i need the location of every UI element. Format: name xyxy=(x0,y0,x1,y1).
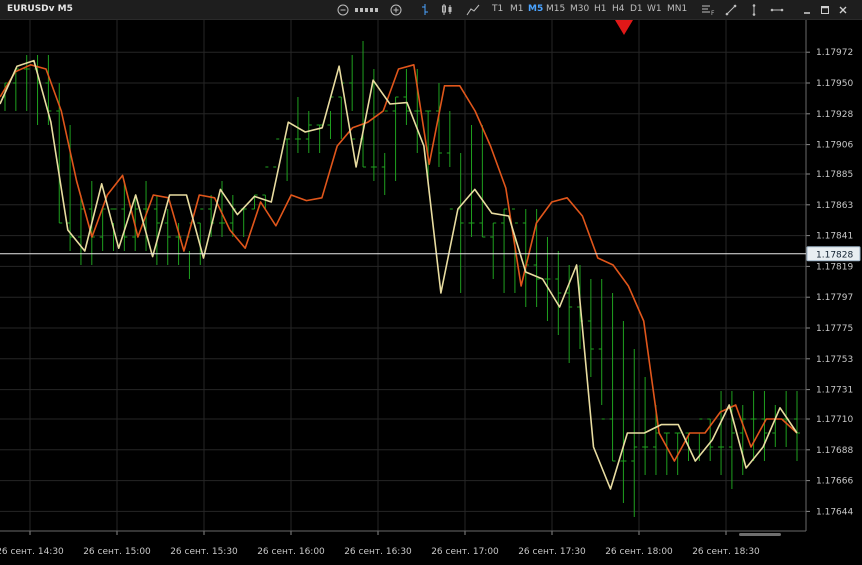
price-bar xyxy=(555,251,562,335)
y-tick-label: 1.17863 xyxy=(816,201,853,211)
tf-t1[interactable]: T1 xyxy=(492,4,503,14)
period-marker-icon xyxy=(615,20,633,35)
price-bar xyxy=(175,223,182,265)
price-bar xyxy=(164,209,171,265)
price-bar xyxy=(468,125,475,237)
indicators-icon[interactable]: F xyxy=(700,0,716,19)
price-chart[interactable]: 1.17972 1.17950 1.17928 1.17906 1.17885 1.178… xyxy=(0,20,862,561)
y-tick-label: 1.17688 xyxy=(816,446,853,456)
y-tick-label: 1.17797 xyxy=(816,293,853,303)
price-bar xyxy=(403,69,410,125)
price-bar xyxy=(609,293,616,462)
minimize-icon[interactable] xyxy=(800,0,814,19)
tf-m5[interactable]: M5 xyxy=(528,4,543,14)
y-tick-label: 1.17710 xyxy=(816,415,853,425)
x-tick-label: 26 сент. 18:30 xyxy=(692,547,760,557)
chart-canvas[interactable]: 1.17972 1.17950 1.17928 1.17906 1.17885 1.178… xyxy=(0,20,862,561)
y-tick-label: 1.17775 xyxy=(816,324,853,334)
price-bar xyxy=(794,391,800,461)
price-bar xyxy=(598,279,605,420)
price-bar xyxy=(490,222,497,279)
horizontal-scrollbar[interactable] xyxy=(739,533,781,536)
x-tick-label: 26 сент. 14:30 xyxy=(0,547,64,557)
x-tick-label: 26 сент. 15:00 xyxy=(83,547,151,557)
y-tick-label: 1.17644 xyxy=(816,507,853,517)
tf-w1[interactable]: W1 xyxy=(647,4,662,14)
y-tick-label: 1.17666 xyxy=(816,477,853,487)
y-tick-label: 1.17731 xyxy=(816,386,853,396)
current-price-label: 1.17828 xyxy=(816,250,853,260)
vertical-line-icon[interactable] xyxy=(748,0,760,19)
price-bar xyxy=(620,321,627,503)
price-bar xyxy=(772,405,779,447)
maximize-icon[interactable] xyxy=(818,0,832,19)
tf-m15[interactable]: M15 xyxy=(546,4,565,14)
candles-icon[interactable] xyxy=(440,0,454,19)
svg-text:F: F xyxy=(711,10,715,16)
tf-mn1[interactable]: MN1 xyxy=(667,4,687,14)
y-tick-label: 1.17885 xyxy=(816,170,853,180)
x-tick-label: 26 сент. 16:30 xyxy=(344,547,412,557)
y-tick-label: 1.17753 xyxy=(816,355,853,365)
price-bar xyxy=(479,125,486,238)
x-tick-label: 26 сент. 16:00 xyxy=(257,547,325,557)
y-tick-label: 1.17819 xyxy=(816,262,853,272)
tf-m1[interactable]: M1 xyxy=(510,4,524,14)
price-bar xyxy=(262,166,269,209)
tf-h1[interactable]: H1 xyxy=(594,4,607,14)
trendline-icon[interactable] xyxy=(724,0,738,19)
bar-chart-icon[interactable] xyxy=(418,0,432,19)
ma-line-1 xyxy=(0,63,798,462)
price-bar xyxy=(240,208,247,237)
price-bar xyxy=(446,111,453,210)
price-bar xyxy=(501,208,508,293)
price-bar xyxy=(414,69,421,153)
zoom-slider[interactable] xyxy=(353,0,383,19)
horizontal-line-icon[interactable] xyxy=(769,0,785,19)
price-bar xyxy=(750,391,757,461)
y-tick-label: 1.17950 xyxy=(816,79,853,89)
symbol-title: EURUSDv M5 xyxy=(7,4,73,14)
price-bar xyxy=(544,237,551,321)
zoom-in-icon[interactable] xyxy=(389,0,403,19)
price-bar xyxy=(360,41,367,168)
y-tick-label: 1.17928 xyxy=(816,110,853,120)
tf-h4[interactable]: H4 xyxy=(612,4,625,14)
x-tick-label: 26 сент. 18:00 xyxy=(605,547,673,557)
y-tick-label: 1.17972 xyxy=(816,48,853,58)
tf-m30[interactable]: M30 xyxy=(570,4,589,14)
x-tick-label: 26 сент. 15:30 xyxy=(170,547,238,557)
price-bar xyxy=(663,432,670,475)
price-bar xyxy=(642,377,649,475)
tf-d1[interactable]: D1 xyxy=(630,4,643,14)
y-tick-label: 1.17841 xyxy=(816,232,853,242)
price-bar xyxy=(718,391,725,475)
close-icon[interactable] xyxy=(836,0,850,19)
y-tick-label: 1.17906 xyxy=(816,141,853,151)
zoom-out-icon[interactable] xyxy=(336,0,350,19)
price-bar xyxy=(392,96,399,181)
price-bar xyxy=(153,195,160,265)
x-tick-label: 26 сент. 17:00 xyxy=(431,547,499,557)
price-bar xyxy=(284,138,291,181)
line-chart-icon[interactable] xyxy=(465,0,481,19)
x-tick-label: 26 сент. 17:30 xyxy=(518,547,586,557)
chart-toolbar: EURUSDv M5 T1 M1 M5 M15 M30 H1 H4 D1 W1 … xyxy=(0,0,862,20)
price-bar xyxy=(381,110,388,195)
ma-line-2 xyxy=(0,59,798,490)
